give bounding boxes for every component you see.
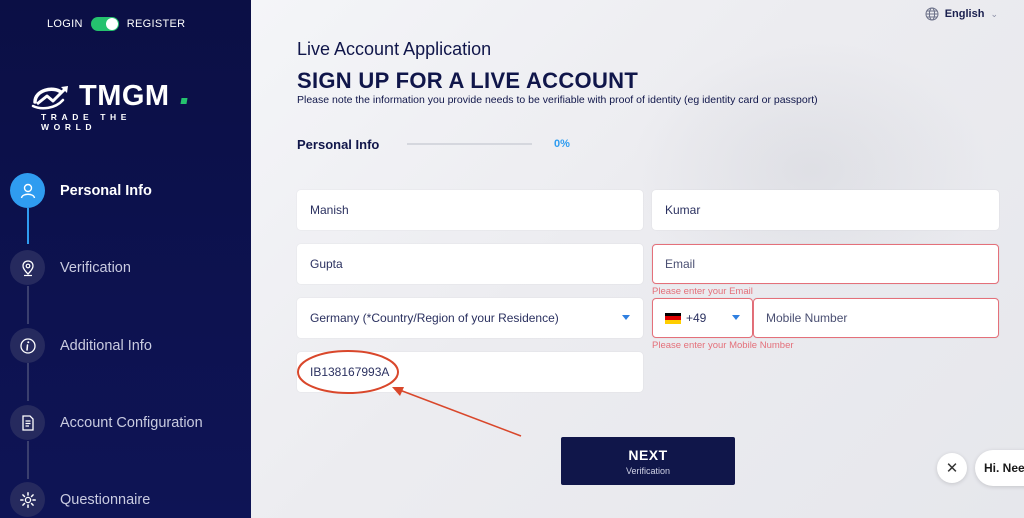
last-name-input[interactable]: Kumar (652, 190, 999, 230)
user-icon (10, 173, 45, 208)
phone-code-select[interactable]: +49 (652, 298, 753, 338)
dropdown-caret-icon (732, 315, 740, 320)
globe-icon (925, 7, 939, 21)
chevron-down-icon: ⌄ (990, 8, 998, 19)
next-button-label: NEXT (628, 446, 668, 463)
logo-wordmark: TMGM (79, 80, 170, 112)
main-content: English ⌄ Live Account Application SIGN … (251, 0, 1024, 518)
next-button-sublabel: Verification (625, 465, 671, 476)
mobile-number-input[interactable]: Mobile Number (753, 298, 999, 338)
referral-code-value: IB138167993A (310, 365, 390, 379)
step-label: Additional Info (60, 337, 152, 354)
step-connector (27, 441, 29, 479)
step-connector (27, 208, 29, 244)
dropdown-caret-icon (622, 315, 630, 320)
document-icon (10, 405, 45, 440)
step-label: Verification (60, 259, 131, 276)
chat-greeting-bubble[interactable]: Hi. Need (975, 450, 1024, 486)
country-select[interactable]: Germany (*Country/Region of your Residen… (297, 298, 643, 338)
location-pin-icon (10, 250, 45, 285)
next-button[interactable]: NEXT Verification (561, 437, 735, 485)
email-placeholder: Email (665, 257, 696, 271)
chat-close-button[interactable]: ✕ (937, 453, 967, 483)
email-input[interactable]: Email (652, 244, 999, 284)
chat-greeting-text: Hi. Need (984, 461, 1024, 475)
first-name-value: Manish (310, 203, 349, 217)
gear-icon (10, 482, 45, 517)
referral-code-input[interactable]: IB138167993A (297, 352, 643, 392)
middle-name-input[interactable]: Gupta (297, 244, 643, 284)
login-label[interactable]: LOGIN (47, 18, 83, 30)
logo-green-accent (180, 98, 188, 104)
signup-heading: SIGN UP FOR A LIVE ACCOUNT (297, 68, 639, 93)
login-register-toggle[interactable]: LOGIN REGISTER (47, 17, 185, 31)
step-label: Personal Info (60, 182, 152, 199)
language-selector[interactable]: English ⌄ (925, 7, 998, 21)
phone-code-value: +49 (686, 311, 707, 325)
close-icon: ✕ (945, 460, 959, 477)
step-account-configuration[interactable]: Account Configuration (10, 405, 203, 440)
step-personal-info[interactable]: Personal Info (10, 173, 152, 208)
identity-notice: Please note the information you provide … (297, 94, 818, 106)
middle-name-value: Gupta (310, 257, 343, 271)
step-connector (27, 363, 29, 401)
step-questionnaire[interactable]: Questionnaire (10, 482, 150, 517)
step-additional-info[interactable]: Additional Info (10, 328, 152, 363)
last-name-value: Kumar (665, 203, 701, 217)
step-connector (27, 286, 29, 324)
progress-section-label: Personal Info (297, 137, 380, 152)
language-label: English (944, 8, 985, 20)
germany-flag-icon (665, 312, 681, 324)
register-label[interactable]: REGISTER (127, 18, 186, 30)
step-verification[interactable]: Verification (10, 250, 131, 285)
logo-mark-icon (31, 86, 68, 110)
annotation-arrow-line (396, 388, 522, 437)
tmgm-logo: TMGM TRADE THE WORLD (31, 78, 191, 132)
first-name-input[interactable]: Manish (297, 190, 643, 230)
mobile-error-message: Please enter your Mobile Number (652, 340, 794, 351)
info-icon (10, 328, 45, 363)
progress-percent: 0% (554, 138, 570, 150)
step-label: Account Configuration (60, 414, 203, 431)
page-title: Live Account Application (297, 39, 492, 59)
step-label: Questionnaire (60, 491, 151, 508)
logo-tagline: TRADE THE WORLD (41, 112, 132, 132)
email-error-message: Please enter your Email (652, 286, 753, 297)
sidebar: LOGIN REGISTER TMGM TRADE THE WORLD Pers… (0, 0, 251, 518)
progress-bar (407, 143, 532, 145)
switch-knob (105, 18, 118, 30)
auth-switch[interactable] (90, 17, 119, 31)
mobile-placeholder: Mobile Number (766, 311, 848, 325)
country-value: Germany (*Country/Region of your Residen… (310, 311, 559, 325)
